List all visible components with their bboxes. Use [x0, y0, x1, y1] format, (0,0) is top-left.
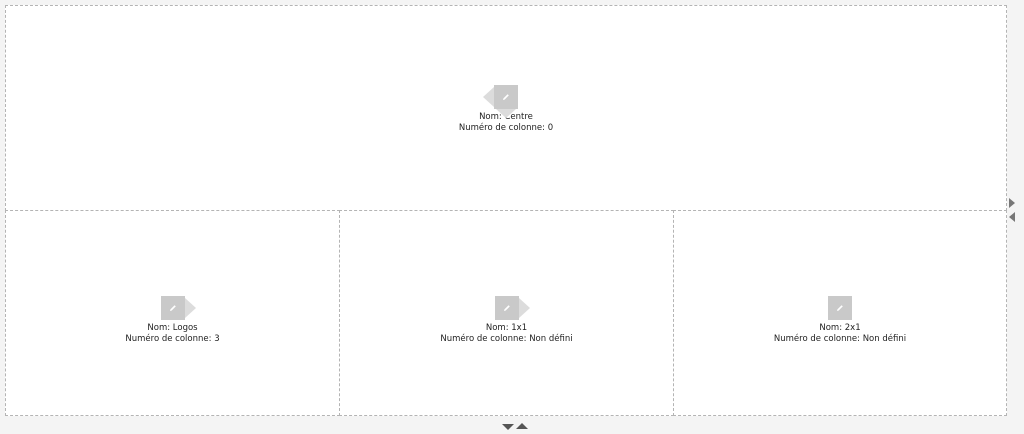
- block-2x1-toolbar: [828, 296, 852, 320]
- arrow-right-icon[interactable]: [184, 298, 196, 318]
- shrink-left-icon[interactable]: [1009, 212, 1015, 222]
- block-column-label: Numéro de colonne: 3: [125, 334, 220, 344]
- block-name-label: Nom: 1x1: [485, 323, 528, 333]
- pencil-icon: [503, 94, 509, 100]
- pencil-icon: [503, 305, 510, 311]
- block-logos[interactable]: Nom: Logos Numéro de colonne: 3: [5, 210, 340, 416]
- block-2x1-content: Nom: 2x1 Numéro de colonne: Non défini: [674, 296, 1006, 345]
- block-centre[interactable]: Nom: Centre Numéro de colonne: 0: [5, 5, 1007, 211]
- block-name-label: Nom: 2x1: [819, 323, 861, 333]
- edit-button[interactable]: [494, 296, 519, 320]
- block-column-label: Numéro de colonne: Non défini: [773, 334, 907, 344]
- arrow-left-icon[interactable]: [483, 87, 494, 107]
- block-1x1[interactable]: Nom: 1x1 Numéro de colonne: Non défini: [339, 210, 674, 416]
- block-2x1[interactable]: Nom: 2x1 Numéro de colonne: Non défini: [673, 210, 1007, 416]
- edit-button[interactable]: [160, 296, 185, 320]
- pencil-icon: [837, 305, 843, 311]
- arrow-right-icon[interactable]: [518, 298, 530, 318]
- expand-down-icon[interactable]: [502, 424, 514, 430]
- block-1x1-toolbar: [494, 296, 530, 320]
- block-logos-toolbar: [160, 296, 196, 320]
- edit-button[interactable]: [494, 85, 518, 109]
- block-logos-content: Nom: Logos Numéro de colonne: 3: [6, 296, 339, 345]
- layout-grid: Nom: Centre Numéro de colonne: 0 Nom: Lo…: [5, 5, 1007, 416]
- block-1x1-content: Nom: 1x1 Numéro de colonne: Non défini: [340, 296, 673, 345]
- block-column-label: Numéro de colonne: 0: [458, 123, 554, 133]
- shrink-up-icon[interactable]: [516, 423, 528, 429]
- pencil-icon: [169, 305, 176, 311]
- edit-button[interactable]: [828, 296, 852, 320]
- block-centre-content: Nom: Centre Numéro de colonne: 0: [6, 85, 1006, 134]
- block-name-label: Nom: Logos: [147, 323, 198, 333]
- block-centre-toolbar: [483, 85, 518, 118]
- arrow-down-icon[interactable]: [496, 109, 516, 118]
- expand-right-icon[interactable]: [1009, 198, 1015, 208]
- bottom-resize-controls: [502, 423, 532, 431]
- block-column-label: Numéro de colonne: Non défini: [440, 334, 573, 344]
- layout-editor-canvas: Nom: Centre Numéro de colonne: 0 Nom: Lo…: [0, 0, 1024, 434]
